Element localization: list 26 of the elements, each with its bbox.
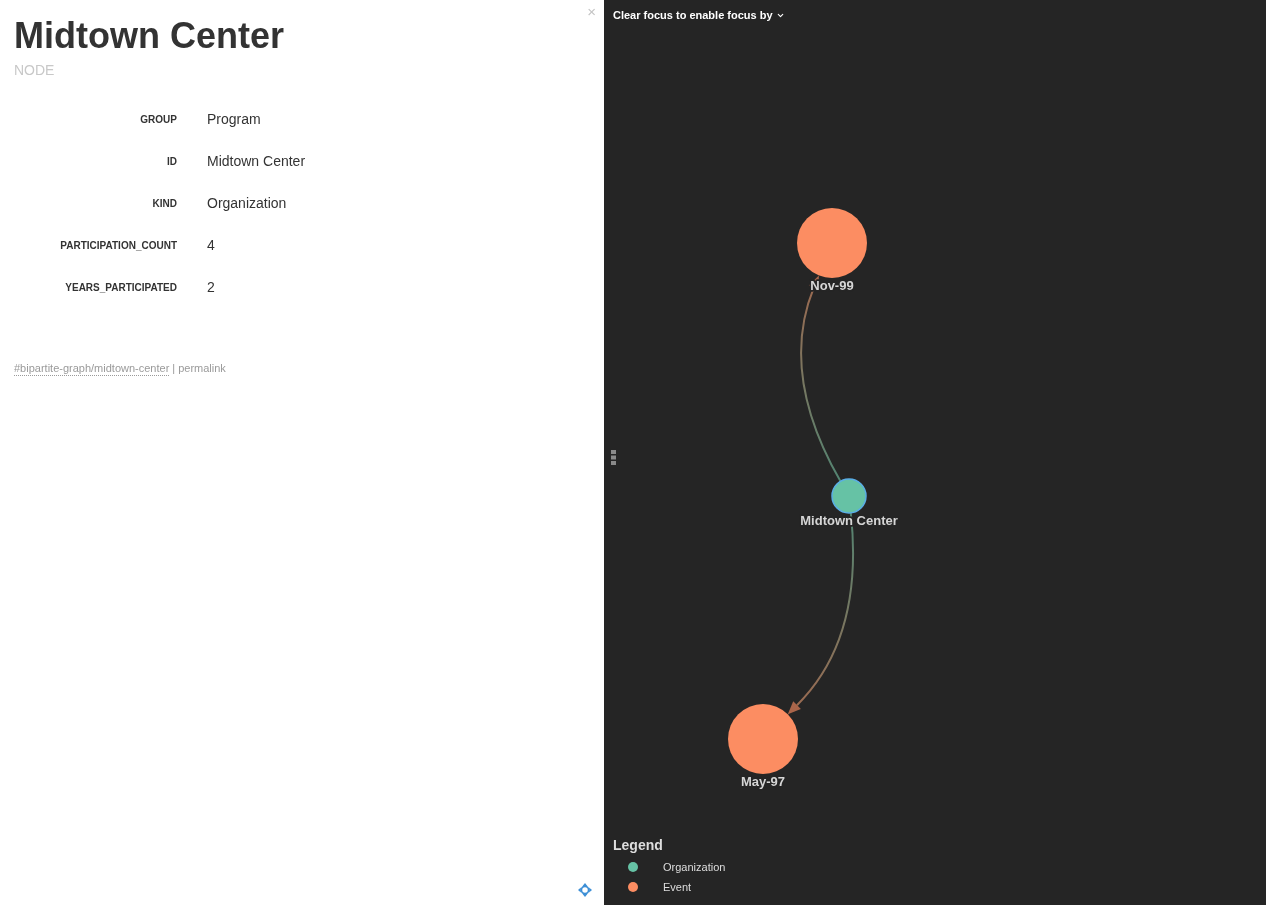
graph-node[interactable]	[728, 704, 798, 774]
property-label: KIND	[152, 197, 177, 209]
graph-node[interactable]	[797, 208, 867, 278]
property-label: ID	[167, 155, 177, 167]
property-value: Midtown Center	[207, 153, 306, 169]
legend-label: Organization	[663, 861, 726, 873]
property-label: YEARS_PARTICIPATED	[65, 281, 177, 293]
focus-dropdown[interactable]: Clear focus to enable focus by	[613, 8, 785, 22]
property-value: 2	[207, 279, 215, 295]
permalink-link[interactable]: permalink	[178, 361, 226, 375]
crosshair-icon[interactable]	[578, 883, 592, 897]
node-label: May-97	[740, 774, 786, 789]
property-label: PARTICIPATION_COUNT	[60, 239, 177, 251]
property-label: GROUP	[140, 113, 177, 125]
property-value: 4	[207, 237, 215, 253]
graph-node[interactable]	[831, 478, 867, 514]
close-button[interactable]: ×	[585, 4, 598, 20]
drag-handle-icon[interactable]	[611, 450, 616, 465]
link-separator: |	[172, 361, 176, 375]
legend-label: Event	[663, 881, 692, 893]
legend-title: Legend	[613, 836, 663, 854]
anchor-link[interactable]: #bipartite-graph/midtown-center	[14, 361, 170, 376]
property-value: Organization	[207, 195, 287, 211]
property-value: Program	[207, 111, 261, 127]
node-title: Midtown Center	[14, 16, 284, 56]
node-label: Midtown Center	[800, 513, 898, 528]
